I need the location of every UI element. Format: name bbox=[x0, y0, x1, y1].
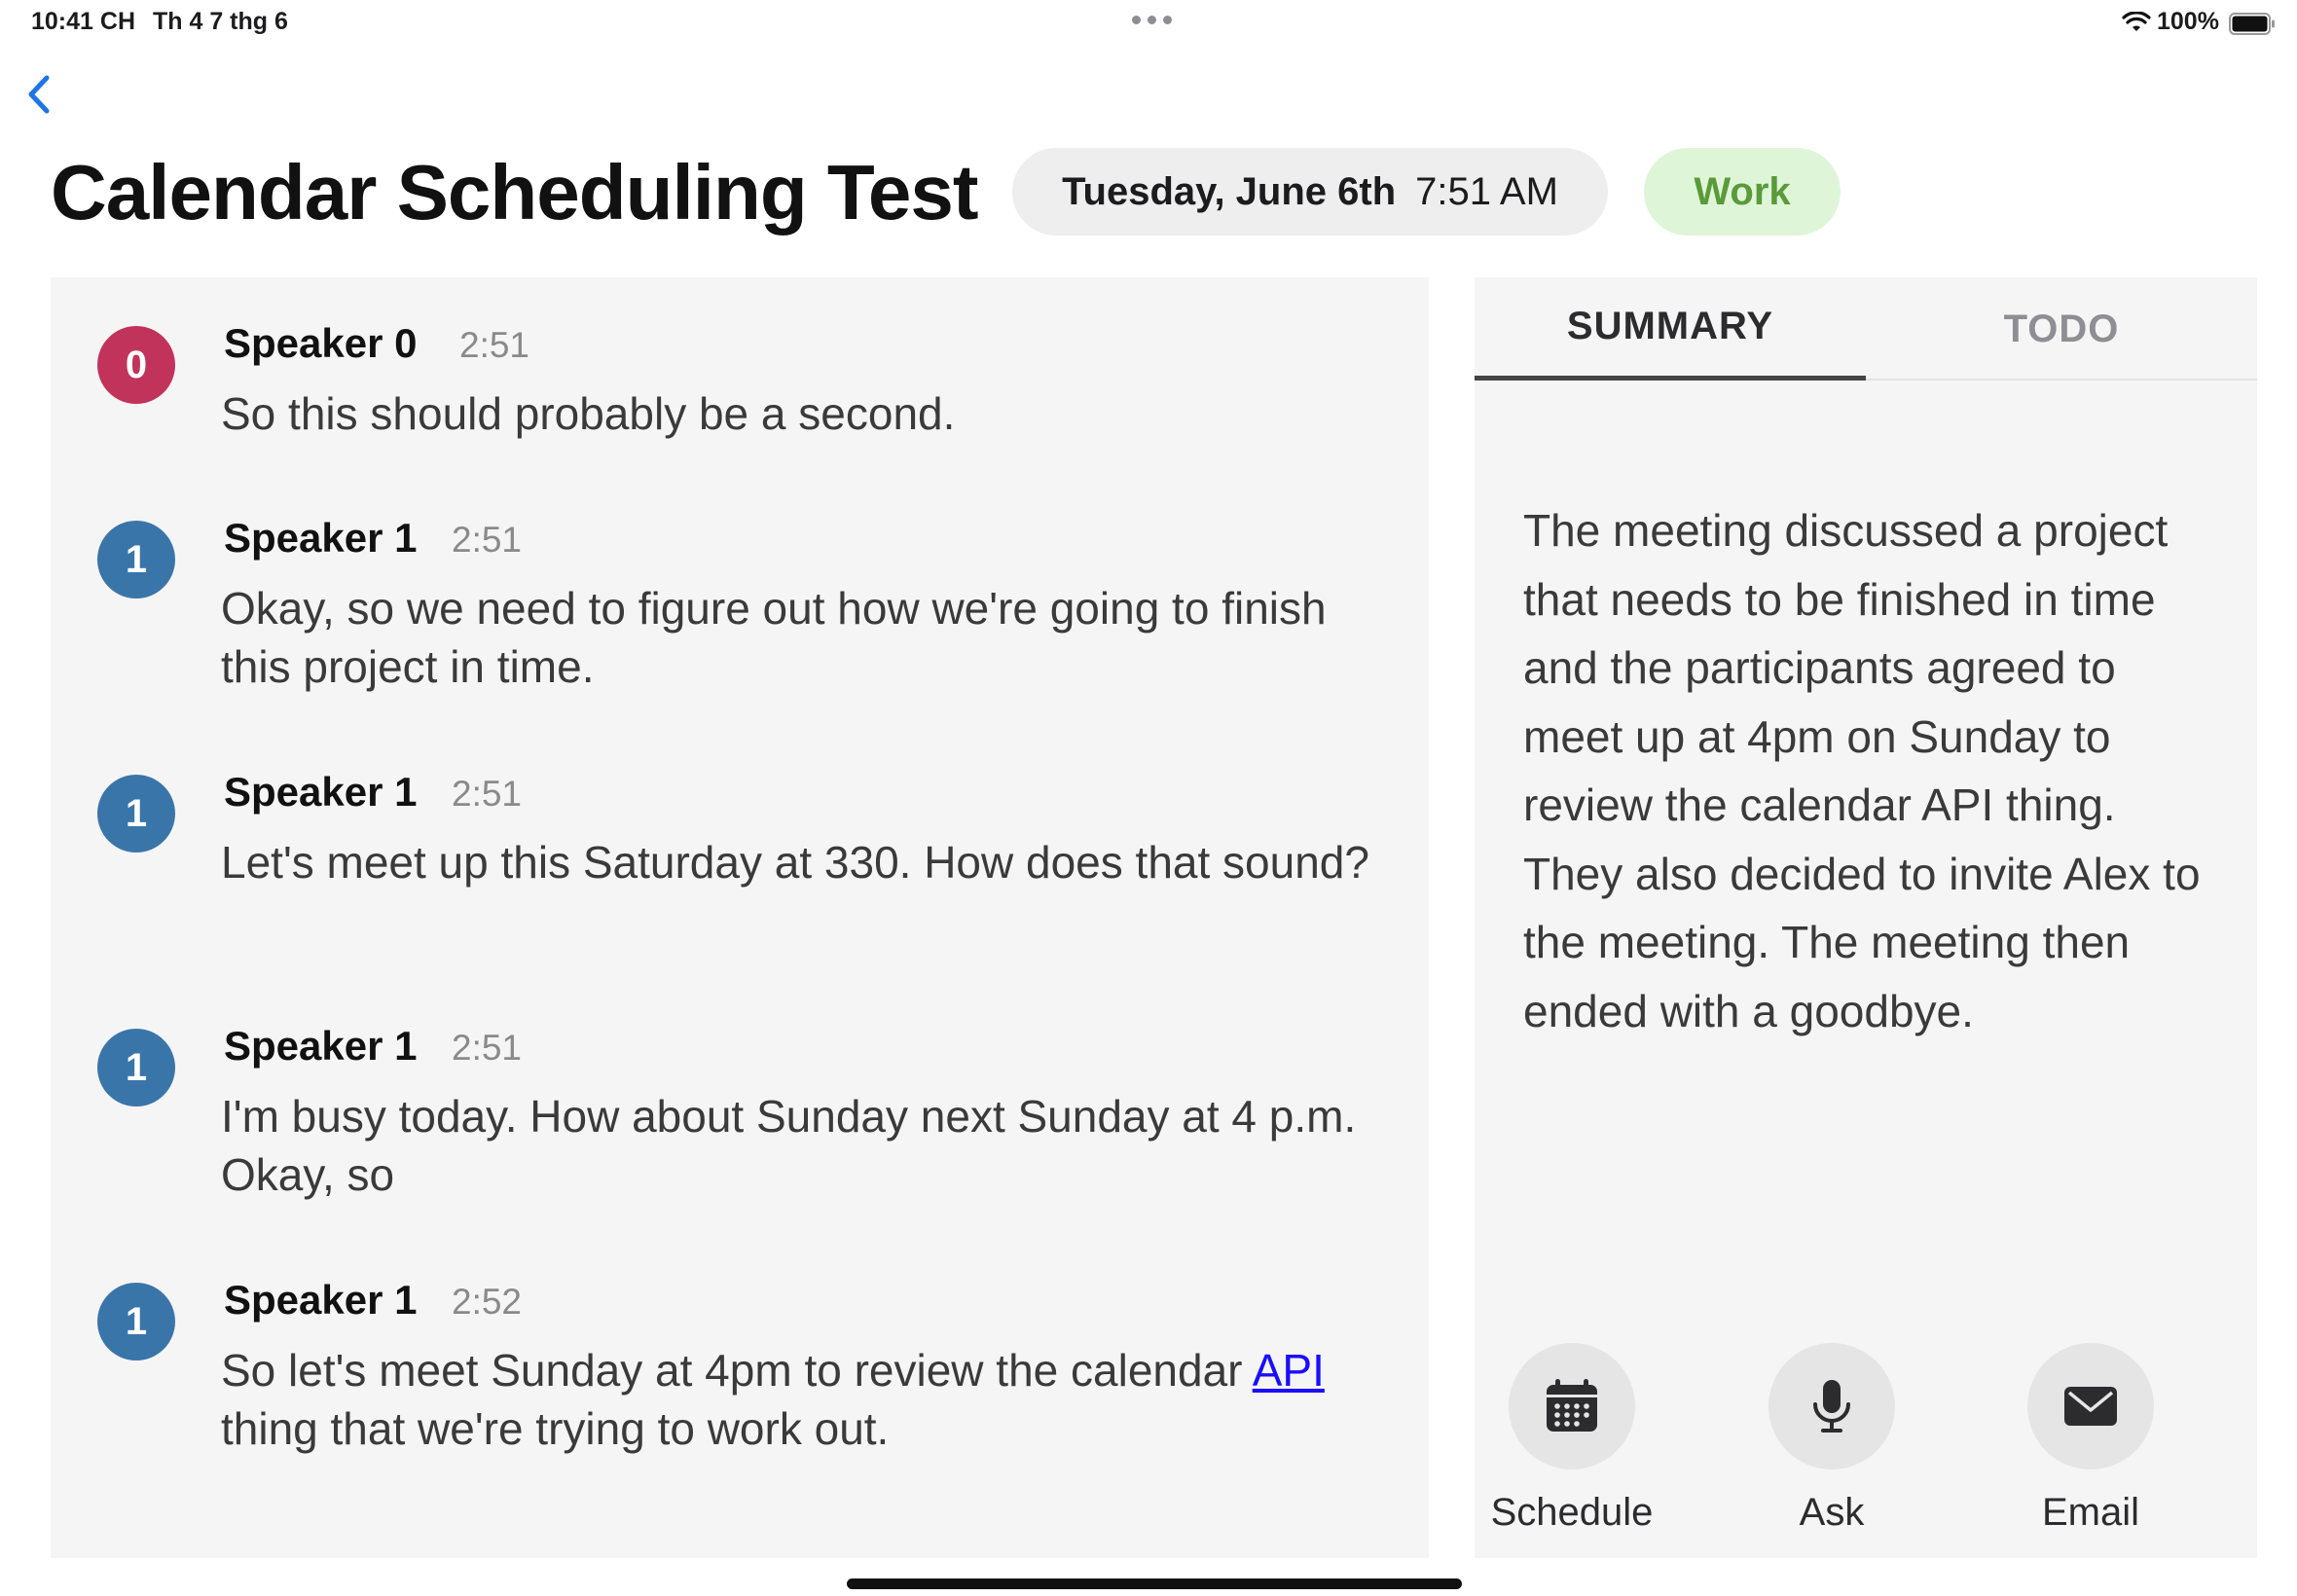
page-title: Calendar Scheduling Test bbox=[51, 149, 978, 236]
message-text: Okay, so we need to figure out how we're… bbox=[221, 583, 1327, 692]
message-text: So let's meet Sunday at 4pm to review th… bbox=[221, 1341, 1379, 1458]
home-indicator[interactable] bbox=[847, 1578, 1462, 1589]
panel-tabs: SUMMARY TODO bbox=[1475, 277, 2257, 381]
message-text-after-link: thing that we're trying to work out. bbox=[221, 1403, 890, 1454]
speaker-avatar: 1 bbox=[97, 775, 175, 852]
action-bar: Schedule Ask Email bbox=[1475, 1343, 2257, 1557]
speaker-name: Speaker 1 bbox=[224, 515, 418, 561]
calendar-icon bbox=[1547, 1379, 1597, 1432]
status-bar: 10:41 CH Th 4 7 thg 6 100% bbox=[0, 0, 2297, 49]
tab-todo[interactable]: TODO bbox=[1866, 277, 2257, 381]
message-timestamp: 2:51 bbox=[452, 1028, 523, 1068]
meeting-time: 7:51 AM bbox=[1415, 169, 1558, 213]
email-circle[interactable] bbox=[2027, 1343, 2154, 1469]
status-time: 10:41 CH bbox=[31, 8, 135, 35]
speaker-name: Speaker 1 bbox=[224, 1277, 418, 1323]
email-button[interactable]: Email bbox=[1993, 1343, 2188, 1557]
transcript-panel[interactable]: 0 Speaker 0 2:51 So this should probably… bbox=[51, 277, 1429, 1558]
battery-icon bbox=[2229, 13, 2275, 35]
battery-percentage: 100% bbox=[2157, 8, 2219, 35]
schedule-button[interactable]: Schedule bbox=[1475, 1343, 1669, 1557]
message-text: Let's meet up this Saturday at 330. How … bbox=[221, 837, 1369, 888]
email-label: Email bbox=[2041, 1491, 2140, 1534]
message-text-before-link: So let's meet Sunday at 4pm to review th… bbox=[221, 1345, 1253, 1396]
multitasking-dots-icon[interactable] bbox=[1132, 16, 1172, 24]
wifi-icon bbox=[2122, 12, 2151, 31]
speaker-avatar: 0 bbox=[97, 326, 175, 404]
message-text: So this should probably be a second. bbox=[221, 388, 956, 439]
date-time-pill[interactable]: Tuesday, June 6th 7:51 AM bbox=[1012, 148, 1608, 236]
schedule-circle[interactable] bbox=[1509, 1343, 1635, 1469]
ask-button[interactable]: Ask bbox=[1734, 1343, 1929, 1557]
meeting-date: Tuesday, June 6th bbox=[1062, 169, 1397, 213]
status-date: Th 4 7 thg 6 bbox=[153, 8, 288, 35]
api-link[interactable]: API bbox=[1253, 1345, 1325, 1396]
envelope-icon bbox=[2064, 1387, 2117, 1426]
summary-panel: SUMMARY TODO The meeting discussed a pro… bbox=[1475, 277, 2257, 1558]
speaker-avatar: 1 bbox=[97, 1029, 175, 1106]
speaker-name: Speaker 0 bbox=[224, 320, 418, 366]
message-timestamp: 2:51 bbox=[459, 325, 530, 365]
message-text: I'm busy today. How about Sunday next Su… bbox=[221, 1091, 1357, 1200]
tab-summary[interactable]: SUMMARY bbox=[1475, 277, 1866, 381]
back-chevron-icon[interactable] bbox=[21, 70, 55, 119]
microphone-icon bbox=[1813, 1380, 1850, 1433]
ask-label: Ask bbox=[1799, 1491, 1865, 1534]
speaker-avatar: 1 bbox=[97, 1283, 175, 1360]
speaker-avatar: 1 bbox=[97, 521, 175, 598]
speaker-name: Speaker 1 bbox=[224, 769, 418, 815]
summary-text: The meeting discussed a project that nee… bbox=[1523, 505, 2201, 1036]
speaker-name: Speaker 1 bbox=[224, 1023, 418, 1069]
schedule-label: Schedule bbox=[1490, 1491, 1654, 1534]
message-timestamp: 2:52 bbox=[452, 1282, 523, 1322]
message-timestamp: 2:51 bbox=[452, 774, 523, 814]
ask-circle[interactable] bbox=[1768, 1343, 1895, 1469]
category-tag[interactable]: Work bbox=[1644, 148, 1841, 236]
message-timestamp: 2:51 bbox=[452, 520, 523, 560]
